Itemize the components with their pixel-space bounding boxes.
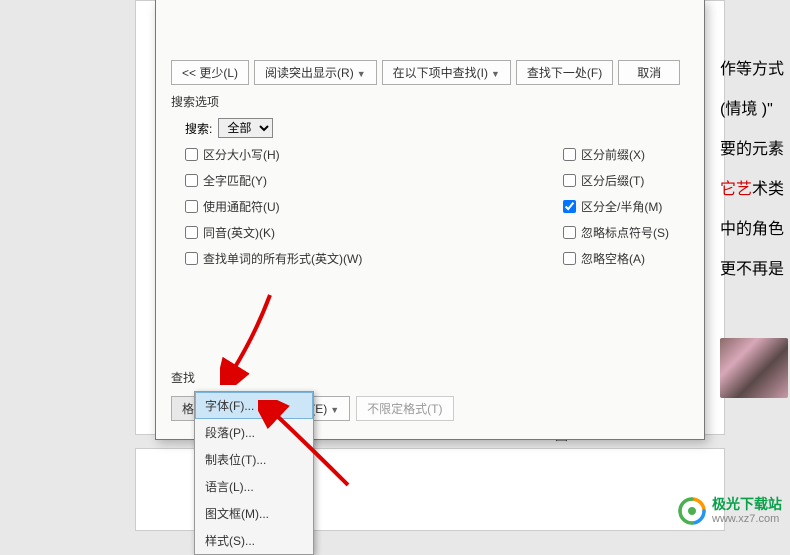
search-direction-select[interactable]: 全部 (218, 118, 273, 138)
menu-item-language[interactable]: 语言(L)... (195, 473, 313, 500)
format-dropdown-menu: 字体(F)... 段落(P)... 制表位(T)... 语言(L)... 图文框… (194, 391, 314, 555)
sounds-like-checkbox[interactable]: 同音(英文)(K) (185, 224, 563, 241)
match-suffix-checkbox[interactable]: 区分后缀(T) (563, 172, 689, 189)
text-line: 中的角色 (720, 210, 785, 250)
chevron-down-icon: ▼ (330, 405, 339, 415)
text-line: 它艺术类 (720, 170, 785, 210)
checkbox-column-right: 区分前缀(X) 区分后缀(T) 区分全/半角(M) 忽略标点符号(S) 忽略空格… (563, 146, 689, 267)
text-line: (情境 )" (720, 90, 785, 130)
find-label: 查找 (171, 369, 454, 386)
search-direction-row: 搜索: 全部 (185, 118, 689, 138)
document-text-fragment: 作等方式 (情境 )" 要的元素 它艺术类 中的角色 更不再是 (720, 50, 785, 290)
find-in-button[interactable]: 在以下项中查找(I)▼ (382, 60, 511, 85)
whole-word-checkbox[interactable]: 全字匹配(Y) (185, 172, 563, 189)
search-label: 搜索: (185, 120, 212, 137)
search-options-label: 搜索选项 (171, 93, 689, 110)
match-case-checkbox[interactable]: 区分大小写(H) (185, 146, 563, 163)
checkbox-column-left: 区分大小写(H) 全字匹配(Y) 使用通配符(U) 同音(英文)(K) 查找单词… (185, 146, 563, 267)
less-button[interactable]: << 更少(L) (171, 60, 249, 85)
chevron-down-icon: ▼ (357, 69, 366, 79)
chevron-down-icon: ▼ (491, 69, 500, 79)
menu-item-font[interactable]: 字体(F)... (195, 392, 313, 419)
ignore-whitespace-checkbox[interactable]: 忽略空格(A) (563, 250, 689, 267)
image-thumbnail (720, 338, 788, 398)
match-prefix-checkbox[interactable]: 区分前缀(X) (563, 146, 689, 163)
checkbox-grid: 区分大小写(H) 全字匹配(Y) 使用通配符(U) 同音(英文)(K) 查找单词… (185, 146, 689, 267)
red-text: 它艺 (720, 181, 752, 198)
text-line: 要的元素 (720, 130, 785, 170)
find-next-button[interactable]: 查找下一处(F) (516, 60, 613, 85)
all-word-forms-checkbox[interactable]: 查找单词的所有形式(英文)(W) (185, 250, 563, 267)
match-halfwidth-checkbox[interactable]: 区分全/半角(M) (563, 198, 689, 215)
watermark-title: 极光下载站 (712, 497, 782, 512)
text-line: 更不再是 (720, 250, 785, 290)
wildcards-checkbox[interactable]: 使用通配符(U) (185, 198, 563, 215)
watermark-url: www.xz7.com (712, 513, 782, 525)
watermark-logo-icon (678, 497, 706, 525)
watermark-text: 极光下载站 www.xz7.com (712, 497, 782, 524)
menu-item-tabs[interactable]: 制表位(T)... (195, 446, 313, 473)
text-line: 作等方式 (720, 50, 785, 90)
reading-highlight-button[interactable]: 阅读突出显示(R)▼ (254, 60, 377, 85)
menu-item-style[interactable]: 样式(S)... (195, 527, 313, 554)
ignore-punctuation-checkbox[interactable]: 忽略标点符号(S) (563, 224, 689, 241)
no-format-button[interactable]: 不限定格式(T) (356, 396, 453, 421)
find-replace-dialog: << 更少(L) 阅读突出显示(R)▼ 在以下项中查找(I)▼ 查找下一处(F)… (155, 0, 705, 440)
watermark: 极光下载站 www.xz7.com (678, 497, 782, 525)
menu-item-paragraph[interactable]: 段落(P)... (195, 419, 313, 446)
cancel-button[interactable]: 取消 (618, 60, 680, 85)
menu-item-frame[interactable]: 图文框(M)... (195, 500, 313, 527)
dialog-button-row: << 更少(L) 阅读突出显示(R)▼ 在以下项中查找(I)▼ 查找下一处(F)… (171, 60, 689, 85)
